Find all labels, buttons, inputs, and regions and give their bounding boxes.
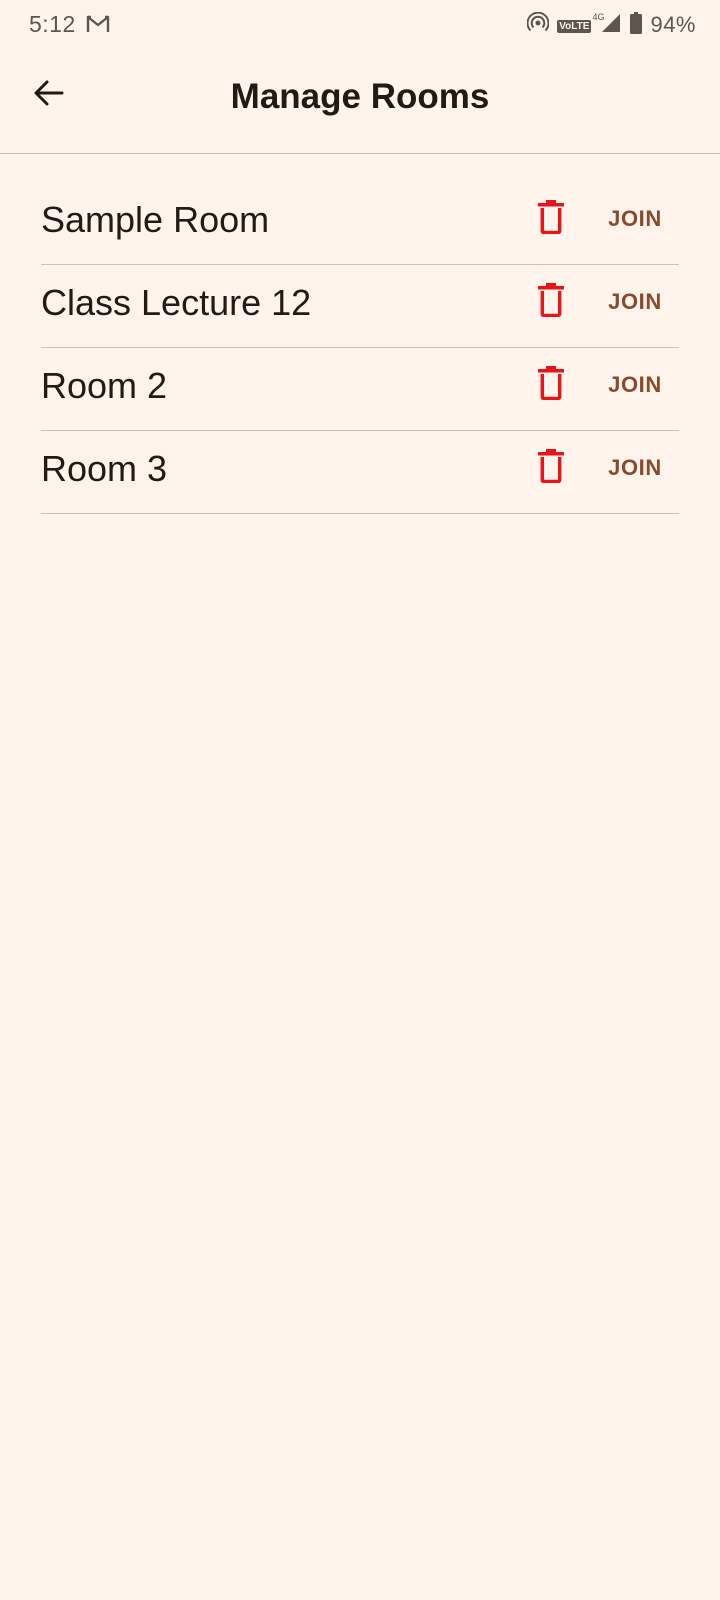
join-button[interactable]: JOIN (597, 196, 673, 242)
trash-icon (538, 365, 564, 405)
join-button[interactable]: JOIN (597, 445, 673, 491)
room-name: Sample Room (41, 199, 270, 240)
page-title: Manage Rooms (230, 77, 490, 116)
join-button[interactable]: JOIN (597, 279, 673, 325)
room-row-class-lecture-12: Class Lecture 12 JOIN (41, 265, 679, 348)
room-row-room-2: Room 2 JOIN (41, 348, 679, 431)
room-list: Sample Room JOIN Class Lecture 12 JOIN R… (41, 182, 679, 514)
room-row-sample-room: Sample Room JOIN (41, 182, 679, 265)
room-row-room-3: Room 3 JOIN (41, 431, 679, 514)
status-bar: 5:12 VoLTE 4G 94% (0, 0, 720, 50)
room-name: Room 2 (41, 365, 168, 406)
volte-icon: VoLTE (557, 19, 592, 33)
gmail-icon (86, 14, 110, 34)
app-bar: Manage Rooms (0, 50, 720, 154)
delete-room-button[interactable] (521, 277, 581, 327)
trash-icon (538, 199, 564, 239)
room-name: Class Lecture 12 (41, 282, 312, 323)
trash-icon (538, 282, 564, 322)
delete-room-button[interactable] (521, 194, 581, 244)
hotspot-icon (526, 11, 557, 39)
battery-percentage: 94% (650, 12, 696, 37)
trash-icon (538, 448, 564, 488)
room-name: Room 3 (41, 448, 168, 489)
delete-room-button[interactable] (521, 360, 581, 410)
join-button[interactable]: JOIN (597, 362, 673, 408)
status-time: 5:12 (29, 11, 76, 37)
network-type-label: 4G (592, 12, 605, 22)
battery-icon (630, 11, 650, 39)
signal-icon (602, 12, 630, 39)
status-icons: VoLTE 4G 94% (526, 11, 696, 39)
delete-room-button[interactable] (521, 443, 581, 493)
